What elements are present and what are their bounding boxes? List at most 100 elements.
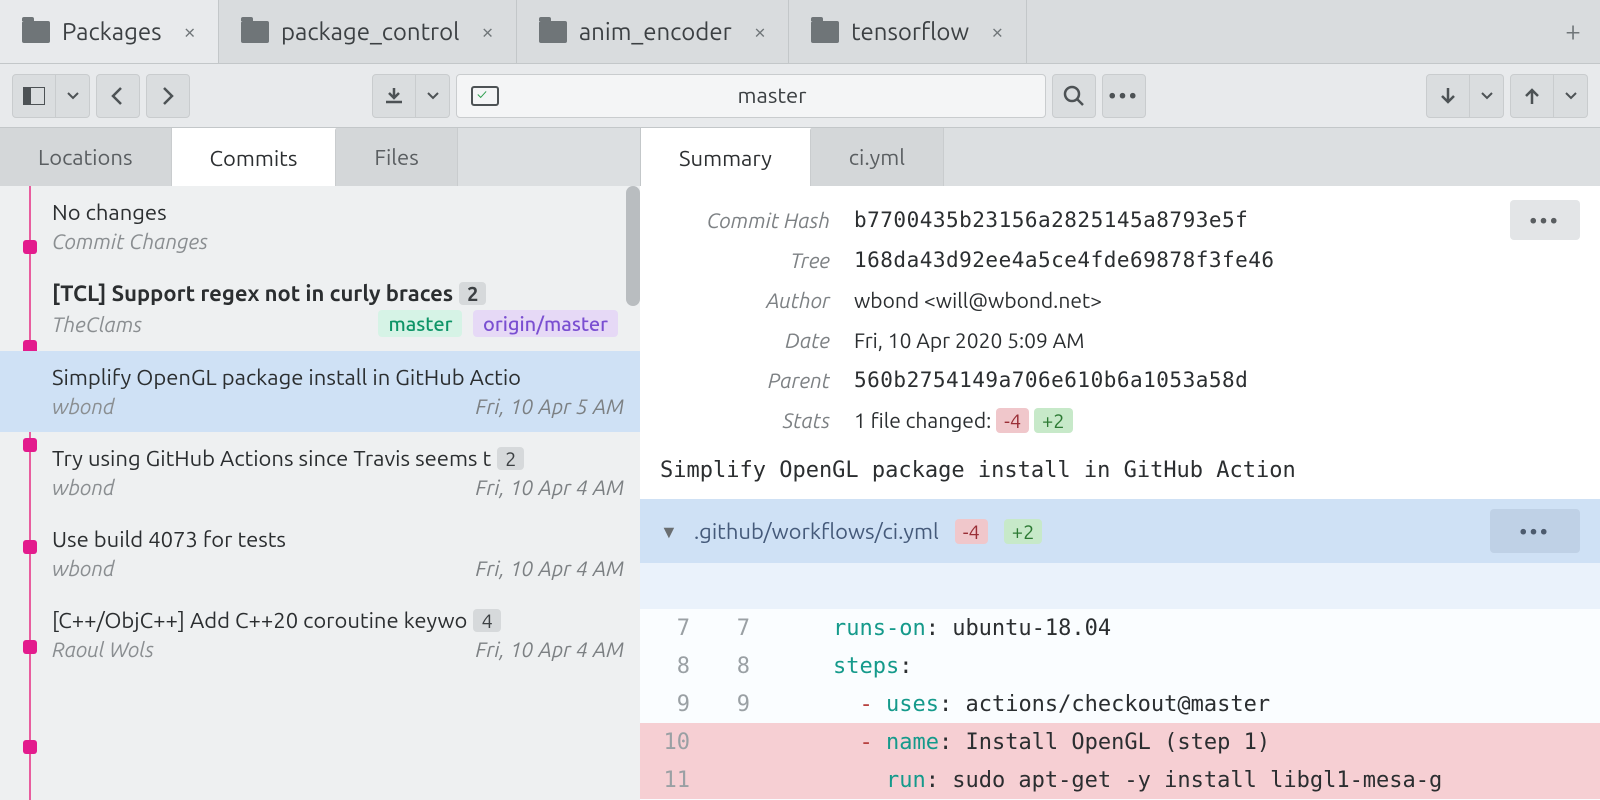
commit-author: wbond — [52, 475, 115, 499]
commit-date: Fri, 10 Apr 4 AM — [476, 556, 624, 580]
main-split: No changes Commit Changes [TCL] Support … — [0, 186, 1600, 800]
arrow-left-icon — [111, 87, 125, 105]
commit-row[interactable]: Try using GitHub Actions since Travis se… — [48, 432, 640, 513]
sidebar-toggle-dropdown[interactable] — [56, 74, 90, 118]
folder-icon — [811, 21, 839, 43]
branch-selector[interactable]: master — [456, 74, 1046, 118]
pull-dropdown[interactable] — [1470, 74, 1504, 118]
meta-key: Author — [660, 288, 830, 312]
commit-message: Simplify OpenGL package install in GitHu… — [640, 450, 1600, 499]
commit-title: [TCL] Support regex not in curly braces2 — [52, 281, 624, 306]
chevron-down-icon — [1481, 92, 1493, 100]
repo-tab[interactable]: tensorflow × — [789, 0, 1026, 63]
add-tab-button[interactable]: + — [1546, 0, 1600, 63]
ellipsis-icon: ••• — [1109, 84, 1140, 107]
commit-title: Try using GitHub Actions since Travis se… — [52, 446, 624, 471]
tab-label: ci.yml — [849, 145, 905, 170]
chevron-down-icon — [427, 92, 439, 100]
diff-view: 7 7 runs-on: ubuntu-18.04 8 8 steps: 9 9… — [640, 563, 1600, 800]
commit-row[interactable]: [TCL] Support regex not in curly braces2… — [48, 267, 640, 351]
repo-tab-bar: Packages × package_control × anim_encode… — [0, 0, 1600, 64]
old-lineno: 7 — [640, 616, 700, 641]
pull-button[interactable] — [1426, 74, 1470, 118]
old-lineno: 10 — [640, 730, 700, 755]
close-icon[interactable]: × — [754, 21, 766, 43]
diff-line-removed: 10 - name: Install OpenGL (step 1) — [640, 723, 1600, 761]
commit-refs: master origin/master — [378, 310, 624, 337]
nav-forward-button[interactable] — [146, 74, 190, 118]
new-lineno: 7 — [700, 616, 760, 641]
tab-files[interactable]: Files — [336, 128, 457, 186]
working-copy-row[interactable]: No changes Commit Changes — [48, 186, 640, 267]
close-icon[interactable]: × — [184, 21, 196, 43]
commit-graph — [20, 186, 40, 800]
disclosure-triangle-icon: ▼ — [660, 522, 678, 543]
meta-author: wbond <will@wbond.net> — [854, 288, 1580, 312]
terminal-check-icon — [471, 86, 499, 106]
chevron-down-icon — [67, 92, 79, 100]
meta-key: Date — [660, 328, 830, 352]
commit-list-pane: No changes Commit Changes [TCL] Support … — [0, 186, 640, 800]
tab-commits[interactable]: Commits — [172, 128, 337, 186]
sidebar-toggle-button[interactable] — [12, 74, 56, 118]
new-lineno: 9 — [700, 692, 760, 717]
chevron-down-icon — [1565, 92, 1577, 100]
file-removed: -4 — [955, 519, 988, 544]
tab-label: Summary — [679, 146, 772, 171]
commit-meta: ••• Commit Hash b7700435b23156a2825145a8… — [640, 186, 1600, 450]
close-icon[interactable]: × — [991, 21, 1003, 43]
stash-dropdown[interactable] — [416, 74, 450, 118]
commit-author: TheClams — [52, 312, 142, 336]
tab-summary[interactable]: Summary — [641, 128, 811, 186]
pull-group — [1426, 74, 1504, 118]
tab-label: Files — [374, 145, 418, 170]
meta-key: Stats — [660, 408, 830, 432]
tab-label: Locations — [38, 145, 133, 170]
folder-icon — [22, 21, 50, 43]
file-actions-button[interactable]: ••• — [1490, 509, 1580, 553]
tab-label: Commits — [210, 146, 298, 171]
repo-tab[interactable]: Packages × — [0, 0, 219, 63]
diff-hunk-gap — [640, 563, 1600, 609]
commit-author: wbond — [52, 394, 115, 418]
branch-name: master — [513, 83, 1031, 108]
push-group — [1510, 74, 1588, 118]
detail-pane: ••• Commit Hash b7700435b23156a2825145a8… — [640, 186, 1600, 800]
meta-parent: 560b2754149a706e610b6a1053a58d — [854, 368, 1580, 392]
close-icon[interactable]: × — [481, 21, 493, 43]
stash-icon — [384, 86, 404, 106]
more-button[interactable]: ••• — [1102, 74, 1146, 118]
commit-row[interactable]: Use build 4073 for tests wbond Fri, 10 A… — [48, 513, 640, 594]
diff-line: 8 8 steps: — [640, 647, 1600, 685]
push-button[interactable] — [1510, 74, 1554, 118]
repo-tab[interactable]: package_control × — [219, 0, 517, 63]
repo-tab[interactable]: anim_encoder × — [517, 0, 789, 63]
push-dropdown[interactable] — [1554, 74, 1588, 118]
tab-locations[interactable]: Locations — [0, 128, 172, 186]
diff-file-header[interactable]: ▼ .github/workflows/ci.yml -4 +2 ••• — [640, 499, 1600, 563]
meta-key: Commit Hash — [660, 208, 830, 232]
tab-file[interactable]: ci.yml — [811, 128, 944, 186]
diff-file-path: .github/workflows/ci.yml — [694, 519, 939, 544]
commit-title: Simplify OpenGL package install in GitHu… — [52, 365, 624, 390]
repo-tab-label: Packages — [62, 18, 162, 45]
panel-icon — [23, 87, 45, 105]
old-lineno: 11 — [640, 768, 700, 793]
ellipsis-icon: ••• — [1520, 520, 1551, 543]
search-button[interactable] — [1052, 74, 1096, 118]
ellipsis-icon: ••• — [1530, 209, 1561, 232]
meta-key: Parent — [660, 368, 830, 392]
commit-title: Use build 4073 for tests — [52, 527, 624, 552]
commit-actions-button[interactable]: ••• — [1510, 200, 1580, 240]
wc-subtitle: Commit Changes — [52, 229, 208, 253]
nav-back-button[interactable] — [96, 74, 140, 118]
commit-date: Fri, 10 Apr 4 AM — [476, 637, 624, 661]
commit-date: Fri, 10 Apr 4 AM — [476, 475, 624, 499]
old-lineno: 8 — [640, 654, 700, 679]
stash-button[interactable] — [372, 74, 416, 118]
ref-badge-remote: origin/master — [473, 310, 618, 337]
search-icon — [1063, 85, 1085, 107]
commit-row[interactable]: [C++/ObjC++] Add C++20 coroutine keywo4 … — [48, 594, 640, 675]
commit-row[interactable]: Simplify OpenGL package install in GitHu… — [0, 351, 640, 432]
meta-date: Fri, 10 Apr 2020 5:09 AM — [854, 328, 1580, 352]
